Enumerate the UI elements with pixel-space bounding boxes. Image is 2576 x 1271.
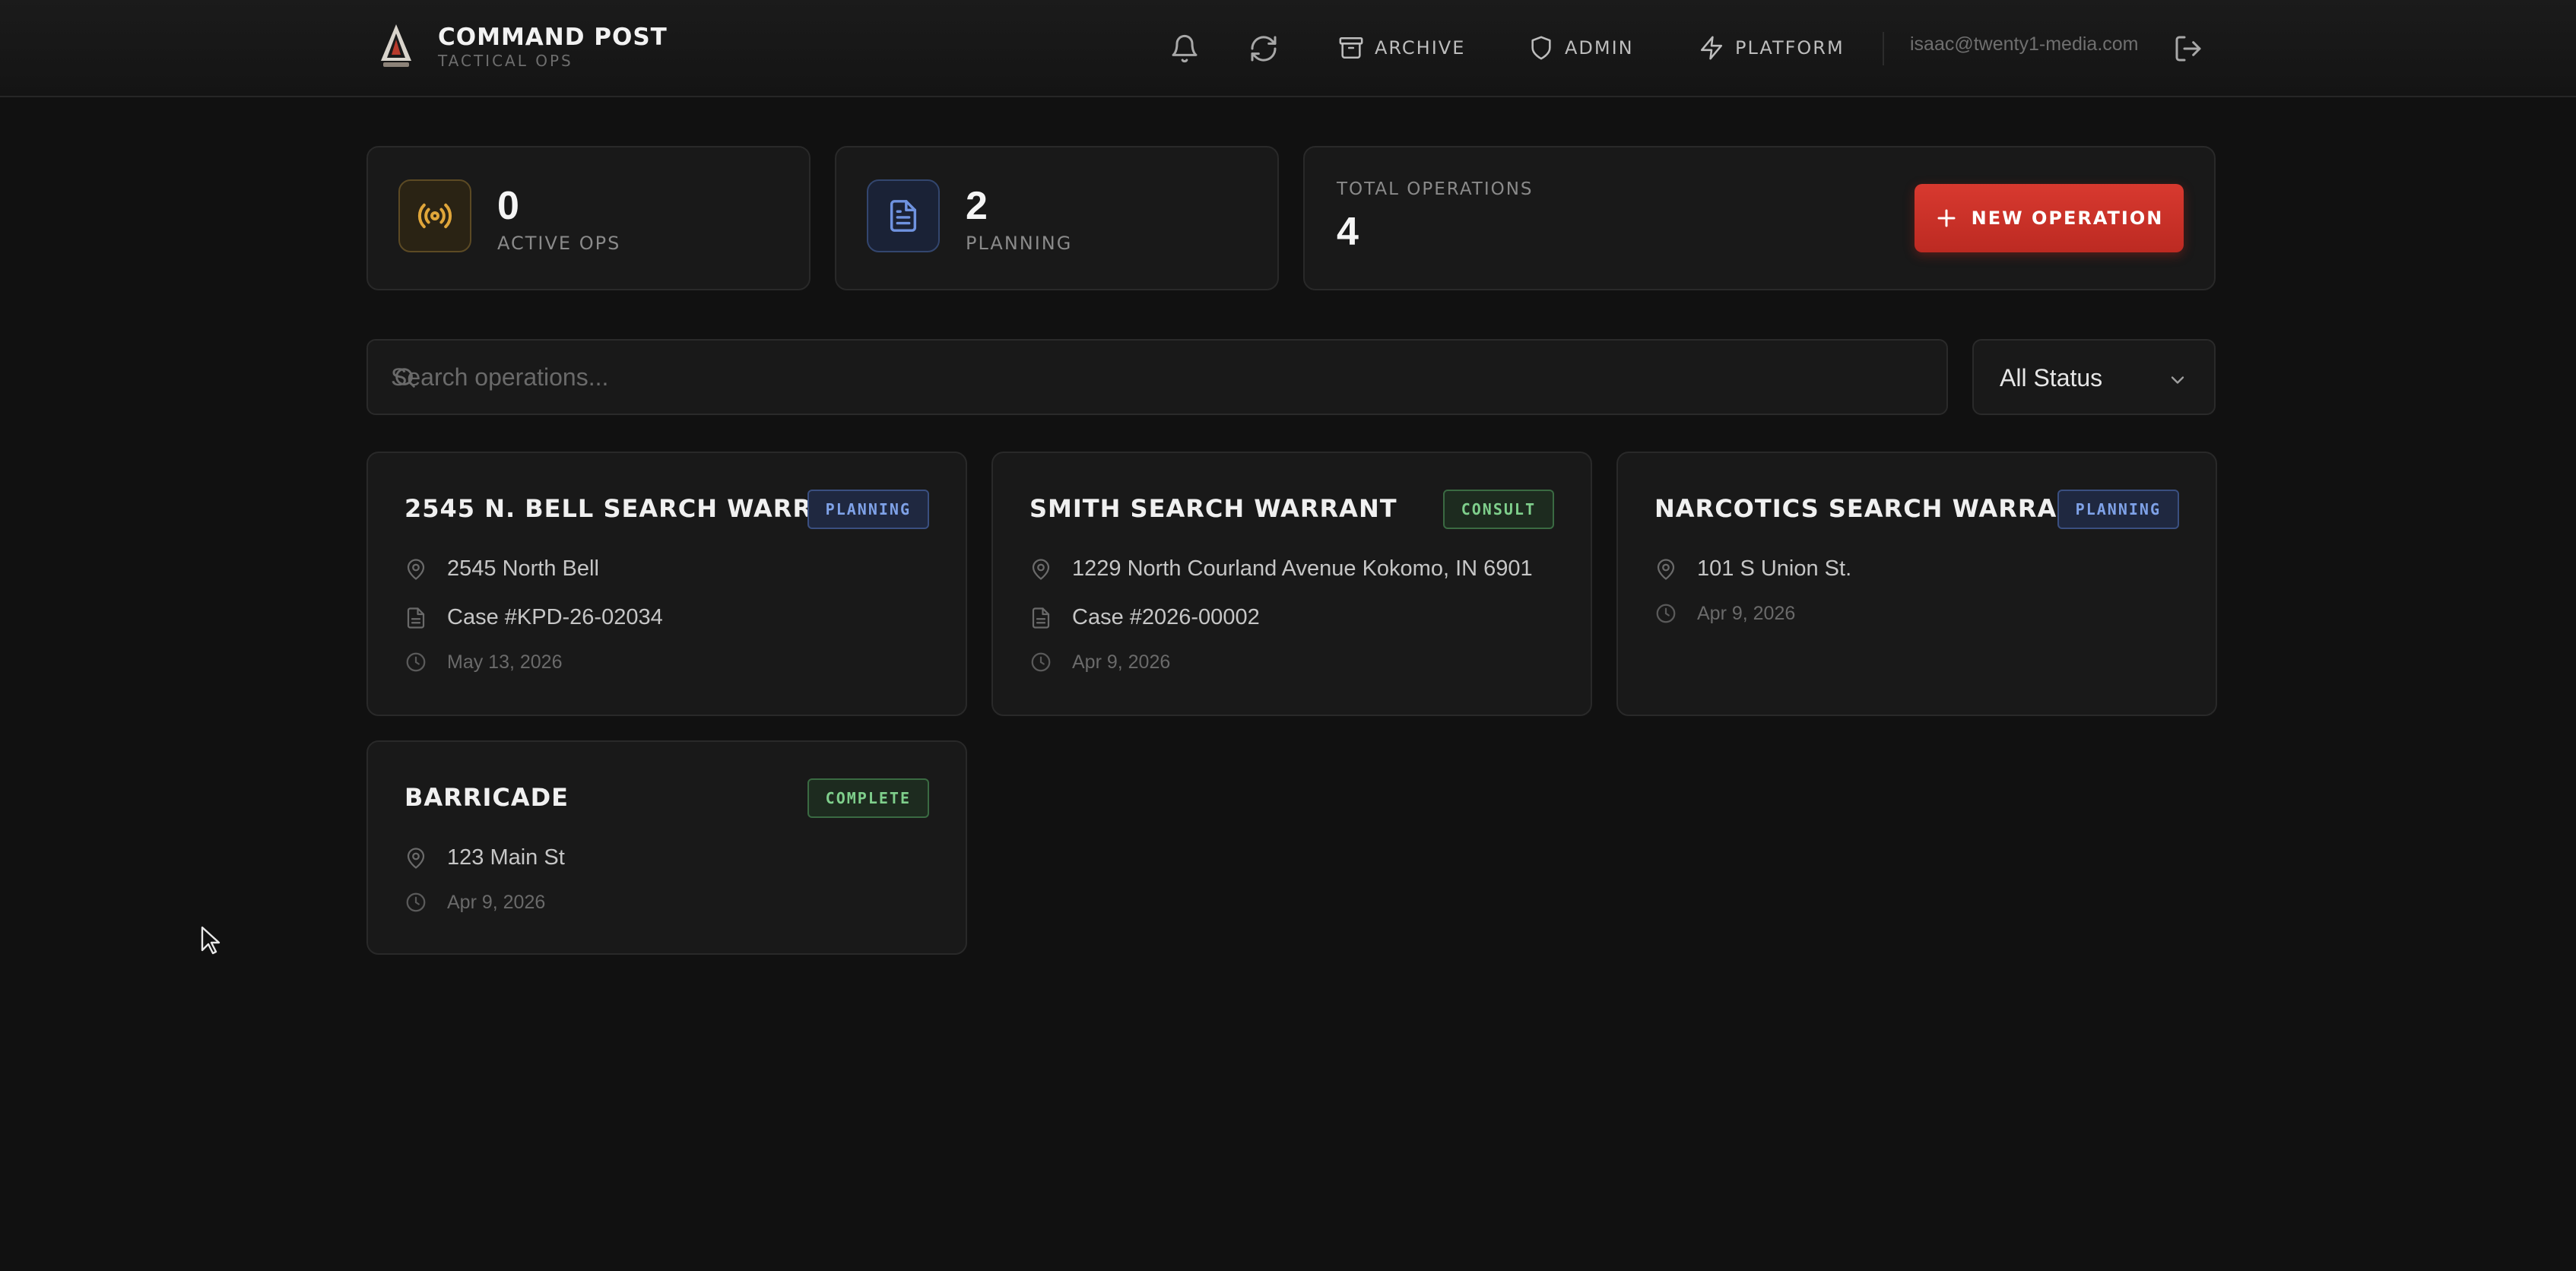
operation-address: 1229 North Courland Avenue Kokomo, IN 69… bbox=[1072, 556, 1533, 581]
nav-platform-label: PLATFORM bbox=[1735, 37, 1845, 59]
status-badge: PLANNING bbox=[2057, 490, 2179, 529]
active-ops-card: 0 ACTIVE OPS bbox=[366, 146, 811, 290]
total-operations-count: 4 bbox=[1337, 210, 1359, 254]
search-input[interactable] bbox=[368, 341, 1946, 414]
brand-subtitle: TACTICAL OPS bbox=[438, 52, 573, 70]
stat-icon-box bbox=[867, 179, 940, 252]
operation-card[interactable]: BARRICADE COMPLETE 123 Main St Apr 9, 20… bbox=[366, 740, 967, 955]
nav-archive[interactable]: ARCHIVE bbox=[1338, 24, 1465, 71]
chevron-down-icon bbox=[2167, 369, 2188, 391]
map-pin-icon bbox=[404, 558, 427, 581]
file-icon bbox=[1029, 607, 1052, 629]
refresh-icon bbox=[1248, 33, 1279, 64]
total-operations-card: TOTAL OPERATIONS 4 NEW OPERATION bbox=[1303, 146, 2216, 290]
nav-platform[interactable]: PLATFORM bbox=[1699, 24, 1845, 71]
operation-date: May 13, 2026 bbox=[447, 651, 563, 673]
map-pin-icon bbox=[404, 847, 427, 870]
total-operations-label: TOTAL OPERATIONS bbox=[1337, 179, 1534, 199]
status-filter-select[interactable]: All Status bbox=[1972, 339, 2216, 415]
operation-case-number: Case #2026-00002 bbox=[1072, 605, 1260, 629]
clock-icon bbox=[404, 651, 427, 674]
archive-icon bbox=[1338, 35, 1364, 61]
operation-address-row: 123 Main St bbox=[404, 845, 565, 870]
brand[interactable]: COMMAND POST TACTICAL OPS bbox=[376, 21, 668, 71]
operation-title: BARRICADE bbox=[404, 783, 569, 812]
planning-card: 2 PLANNING bbox=[835, 146, 1279, 290]
header-divider bbox=[1883, 32, 1884, 65]
operation-address-row: 1229 North Courland Avenue Kokomo, IN 69… bbox=[1029, 556, 1533, 582]
search-box bbox=[366, 339, 1948, 415]
operation-address-row: 2545 North Bell bbox=[404, 556, 599, 582]
refresh-button[interactable] bbox=[1242, 27, 1285, 70]
brand-title: COMMAND POST bbox=[438, 24, 668, 51]
operation-date-row: Apr 9, 2026 bbox=[1029, 651, 1170, 674]
status-badge: COMPLETE bbox=[807, 778, 929, 818]
broadcast-icon bbox=[417, 198, 453, 234]
active-ops-count: 0 bbox=[497, 184, 519, 228]
operation-date: Apr 9, 2026 bbox=[447, 891, 546, 913]
file-icon bbox=[404, 607, 427, 629]
operation-date-row: May 13, 2026 bbox=[404, 651, 563, 674]
lightning-icon bbox=[1699, 35, 1724, 61]
bell-icon bbox=[1169, 33, 1200, 64]
logout-button[interactable] bbox=[2167, 27, 2210, 70]
operation-case-number: Case #KPD-26-02034 bbox=[447, 605, 663, 629]
operation-case-row: Case #KPD-26-02034 bbox=[404, 605, 663, 630]
operation-address: 2545 North Bell bbox=[447, 556, 599, 581]
stat-icon-box bbox=[398, 179, 471, 252]
status-badge: CONSULT bbox=[1442, 490, 1554, 529]
status-filter-value: All Status bbox=[2000, 364, 2103, 391]
mouse-cursor-icon bbox=[201, 926, 220, 955]
clock-icon bbox=[1029, 651, 1052, 674]
top-bar: COMMAND POST TACTICAL OPS ARCHIVE ADMIN … bbox=[0, 0, 2576, 97]
new-operation-button[interactable]: NEW OPERATION bbox=[1915, 184, 2184, 252]
status-badge: PLANNING bbox=[807, 490, 929, 529]
operation-title: NARCOTICS SEARCH WARRANT bbox=[1654, 494, 2095, 523]
document-icon bbox=[886, 198, 921, 233]
operation-date: Apr 9, 2026 bbox=[1697, 602, 1796, 624]
operation-title: SMITH SEARCH WARRANT bbox=[1029, 494, 1397, 523]
clock-icon bbox=[404, 891, 427, 914]
operation-address-row: 101 S Union St. bbox=[1654, 556, 1851, 582]
operation-date-row: Apr 9, 2026 bbox=[404, 891, 545, 914]
operation-card[interactable]: SMITH SEARCH WARRANT CONSULT 1229 North … bbox=[991, 452, 1592, 716]
operation-date: Apr 9, 2026 bbox=[1072, 651, 1171, 673]
map-pin-icon bbox=[1654, 558, 1677, 581]
operation-title: 2545 N. BELL SEARCH WARRANT bbox=[404, 494, 871, 523]
command-post-logo-icon bbox=[376, 21, 417, 71]
planning-label: PLANNING bbox=[966, 233, 1073, 254]
operation-date-row: Apr 9, 2026 bbox=[1654, 602, 1795, 625]
operation-address: 101 S Union St. bbox=[1697, 556, 1852, 581]
operation-case-row: Case #2026-00002 bbox=[1029, 605, 1260, 630]
map-pin-icon bbox=[1029, 558, 1052, 581]
operation-card[interactable]: NARCOTICS SEARCH WARRANT PLANNING 101 S … bbox=[1616, 452, 2217, 716]
plus-icon bbox=[1935, 207, 1958, 230]
user-email: isaac@twenty1-media.com bbox=[1910, 33, 2139, 55]
nav-admin-label: ADMIN bbox=[1565, 37, 1634, 59]
shield-icon bbox=[1528, 35, 1554, 61]
active-ops-label: ACTIVE OPS bbox=[497, 233, 621, 254]
notifications-button[interactable] bbox=[1163, 27, 1206, 70]
nav-admin[interactable]: ADMIN bbox=[1528, 24, 1634, 71]
clock-icon bbox=[1654, 602, 1677, 625]
planning-count: 2 bbox=[966, 184, 988, 228]
nav-archive-label: ARCHIVE bbox=[1375, 37, 1466, 59]
operation-address: 123 Main St bbox=[447, 845, 565, 870]
new-operation-label: NEW OPERATION bbox=[1971, 208, 2164, 229]
operation-card[interactable]: 2545 N. BELL SEARCH WARRANT PLANNING 254… bbox=[366, 452, 967, 716]
logout-icon bbox=[2173, 33, 2203, 64]
